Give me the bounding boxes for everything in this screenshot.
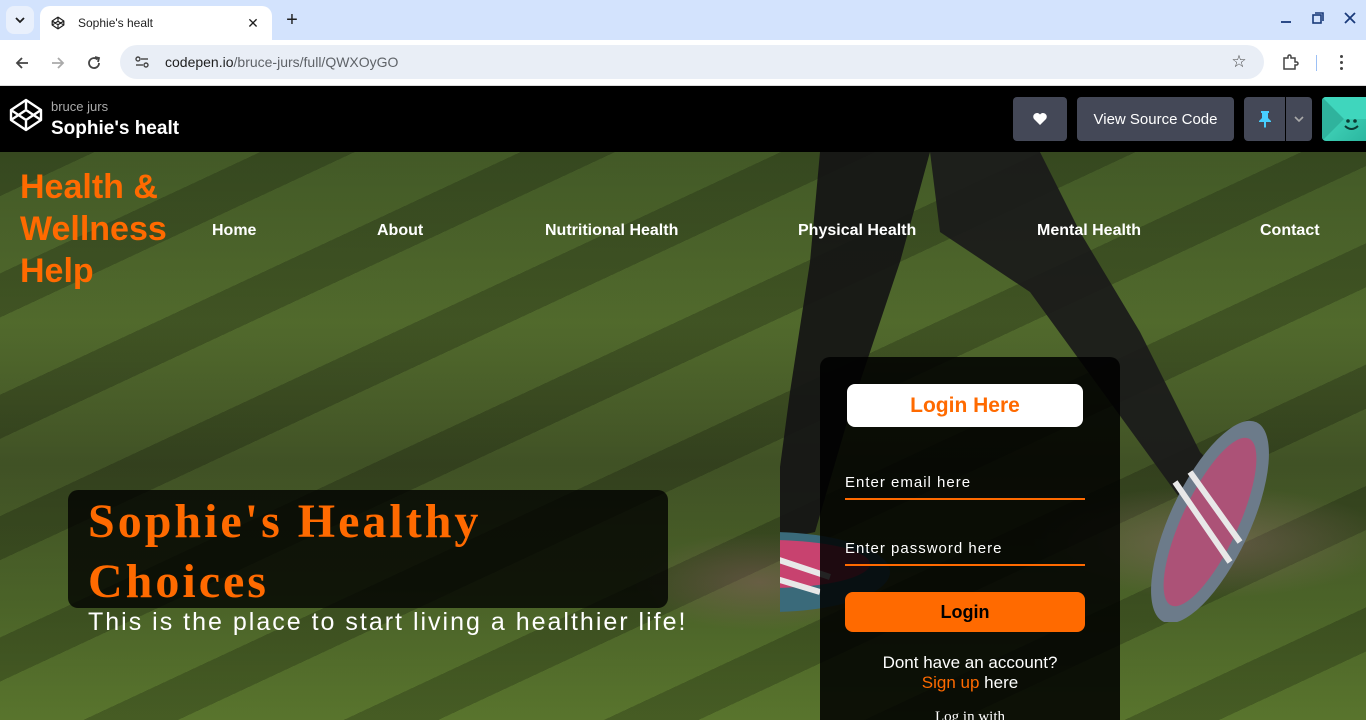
browser-toolbar: codepen.io/bruce-jurs/full/QWXOyGO ☆ bbox=[0, 40, 1366, 86]
toolbar-divider bbox=[1316, 55, 1317, 71]
bookmark-star-icon[interactable]: ☆ bbox=[1228, 51, 1250, 73]
logo-line: Wellness bbox=[20, 210, 167, 248]
chevron-down-icon bbox=[15, 17, 25, 24]
url-host: codepen.io bbox=[165, 54, 234, 70]
login-button[interactable]: Login bbox=[845, 592, 1085, 632]
nav-contact[interactable]: Contact bbox=[1260, 222, 1320, 240]
logo-line: Help bbox=[20, 252, 94, 290]
new-tab-button[interactable]: + bbox=[280, 8, 304, 32]
login-heading: Login Here bbox=[847, 384, 1083, 427]
browser-tab-active[interactable]: Sophie's healt ✕ bbox=[40, 6, 272, 40]
url-path: /bruce-jurs/full/QWXOyGO bbox=[233, 54, 399, 70]
tab-strip: Sophie's healt ✕ + bbox=[0, 0, 1366, 40]
love-button[interactable] bbox=[1013, 97, 1067, 141]
user-avatar[interactable] bbox=[1322, 97, 1366, 141]
nav-home[interactable]: Home bbox=[212, 222, 256, 240]
nav-mental-health[interactable]: Mental Health bbox=[1037, 222, 1141, 240]
signup-link[interactable]: Sign up bbox=[922, 673, 980, 692]
codepen-logo-icon[interactable] bbox=[8, 97, 44, 133]
hero-background: Health & Wellness Help Home About Nutrit… bbox=[0, 152, 1366, 720]
signup-suffix: here bbox=[979, 673, 1019, 692]
browser-menu-icon[interactable] bbox=[1334, 50, 1348, 74]
nav-nutritional-health[interactable]: Nutritional Health bbox=[545, 222, 678, 240]
email-field[interactable] bbox=[845, 466, 1085, 500]
address-bar[interactable]: codepen.io/bruce-jurs/full/QWXOyGO ☆ bbox=[120, 45, 1264, 79]
nav-physical-health[interactable]: Physical Health bbox=[798, 222, 916, 240]
tab-search-button[interactable] bbox=[6, 6, 34, 34]
site-logo[interactable]: Health & Wellness Help bbox=[20, 166, 167, 292]
login-with-text: Log in with bbox=[935, 709, 1005, 720]
login-form: Login Here Login Dont have an account? S… bbox=[820, 357, 1120, 720]
pen-title: Sophie's healt bbox=[51, 118, 180, 139]
minimize-window-icon[interactable] bbox=[1274, 8, 1298, 28]
nav-about[interactable]: About bbox=[377, 222, 423, 240]
logo-line: Health & bbox=[20, 168, 158, 206]
extensions-puzzle-icon[interactable] bbox=[1278, 50, 1302, 74]
pen-author[interactable]: bruce jurs bbox=[51, 99, 108, 114]
no-account-text: Dont have an account? bbox=[882, 653, 1058, 672]
signup-line: Sign up here bbox=[820, 673, 1120, 693]
pin-dropdown-button[interactable] bbox=[1286, 97, 1312, 141]
hero-subtitle: This is the place to start living a heal… bbox=[88, 608, 688, 636]
restore-window-icon[interactable] bbox=[1306, 8, 1330, 28]
view-source-button[interactable]: View Source Code bbox=[1077, 97, 1234, 141]
codepen-header: bruce jurs Sophie's healt View Source Co… bbox=[0, 87, 1366, 152]
pin-button[interactable] bbox=[1244, 97, 1285, 141]
password-field[interactable] bbox=[845, 532, 1085, 566]
pin-icon bbox=[1258, 111, 1271, 128]
codepen-favicon-icon bbox=[50, 15, 66, 31]
chevron-down-icon bbox=[1294, 116, 1304, 123]
reload-icon[interactable] bbox=[80, 49, 108, 77]
heart-icon bbox=[1033, 113, 1047, 125]
close-tab-icon[interactable]: ✕ bbox=[244, 14, 262, 32]
tab-title: Sophie's healt bbox=[78, 16, 154, 30]
close-window-icon[interactable] bbox=[1338, 8, 1362, 28]
forward-arrow-icon[interactable] bbox=[44, 49, 72, 77]
site-info-icon[interactable] bbox=[132, 52, 152, 72]
back-arrow-icon[interactable] bbox=[8, 49, 36, 77]
hero-title: Sophie's Healthy Choices bbox=[88, 495, 482, 608]
